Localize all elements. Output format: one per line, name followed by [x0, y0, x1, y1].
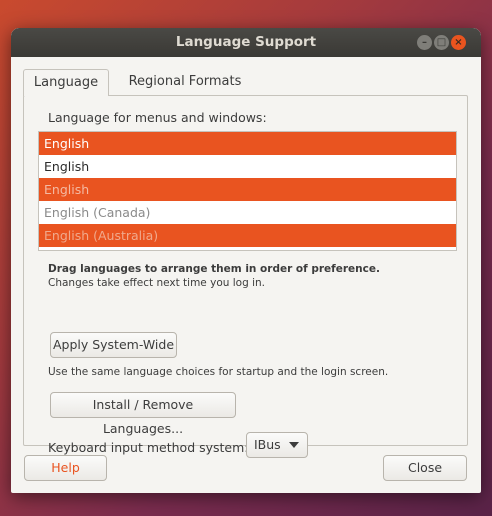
tab-regional-formats[interactable]: Regional Formats — [115, 69, 255, 95]
install-remove-languages-button[interactable]: Install / Remove Languages... — [50, 392, 236, 436]
keyboard-input-combo[interactable]: IBus — [246, 432, 308, 458]
close-window-button[interactable]: × — [451, 35, 466, 50]
window-title: Language Support — [175, 34, 317, 50]
minimize-button[interactable]: – — [417, 35, 432, 50]
language-support-window: Language Support – □ × Language Regional… — [11, 28, 481, 493]
help-button[interactable]: Help — [24, 455, 107, 481]
maximize-icon: □ — [436, 37, 447, 48]
apply-hint: Use the same language choices for startu… — [48, 366, 389, 378]
minimize-icon: – — [422, 37, 427, 48]
language-list[interactable]: English English English English (Canada)… — [38, 131, 457, 251]
chevron-down-icon — [289, 442, 299, 448]
close-button[interactable]: Close — [383, 455, 467, 481]
list-item[interactable]: English — [39, 178, 456, 201]
list-item[interactable]: English — [39, 155, 456, 178]
tab-language[interactable]: Language — [23, 69, 109, 96]
changes-hint: Changes take effect next time you log in… — [48, 277, 265, 289]
apply-system-wide-button[interactable]: Apply System-Wide — [50, 332, 177, 358]
title-bar[interactable]: Language Support – □ × — [11, 28, 481, 57]
list-item[interactable]: English (Canada) — [39, 201, 456, 224]
keyboard-input-value: IBus — [254, 437, 281, 452]
close-icon: × — [454, 37, 463, 48]
list-heading: Language for menus and windows: — [48, 110, 267, 125]
keyboard-input-label: Keyboard input method system: — [48, 440, 249, 455]
list-item[interactable]: English — [39, 132, 456, 155]
maximize-button[interactable]: □ — [434, 35, 449, 50]
language-tab-panel: Language for menus and windows: English … — [23, 95, 468, 458]
list-item[interactable]: English (Australia) — [39, 224, 456, 247]
drag-hint: Drag languages to arrange them in order … — [48, 263, 380, 275]
